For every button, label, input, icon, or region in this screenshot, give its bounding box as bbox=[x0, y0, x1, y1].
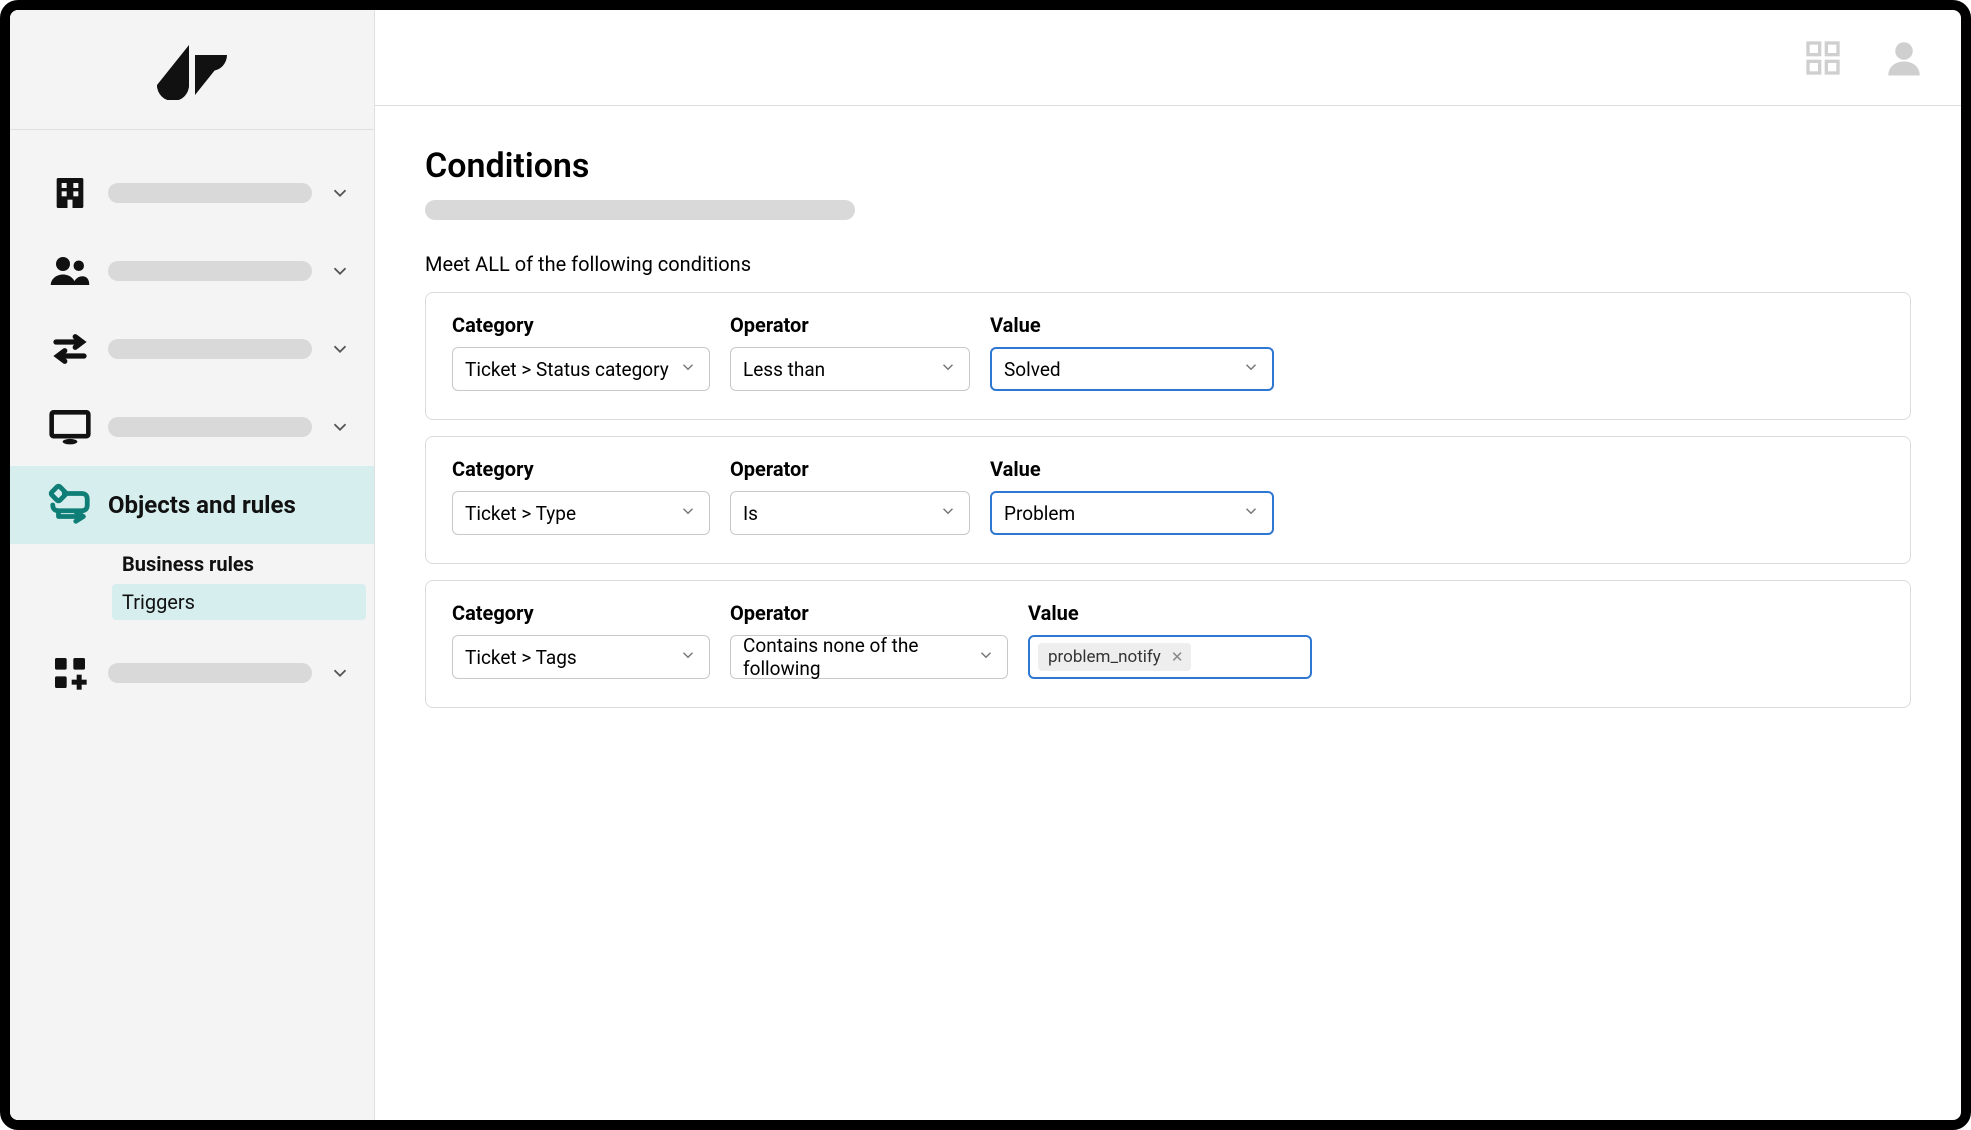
operator-value: Is bbox=[743, 502, 758, 525]
category-value: Ticket > Tags bbox=[465, 646, 577, 669]
nav-placeholder bbox=[108, 417, 312, 437]
operator-value: Less than bbox=[743, 358, 825, 381]
description-placeholder bbox=[425, 200, 855, 220]
people-icon bbox=[46, 247, 94, 295]
chevron-down-icon bbox=[1242, 358, 1260, 381]
chevron-down-icon bbox=[679, 358, 697, 381]
nav-label-objects-rules: Objects and rules bbox=[108, 491, 296, 519]
nav-item-apps[interactable] bbox=[10, 634, 374, 712]
value-select[interactable]: Solved bbox=[990, 347, 1274, 391]
category-label: Category bbox=[452, 601, 710, 625]
sidebar: Objects and rules Business rules Trigger… bbox=[10, 10, 375, 1120]
operator-select[interactable]: Less than bbox=[730, 347, 970, 391]
primary-nav: Objects and rules Business rules Trigger… bbox=[10, 130, 374, 712]
tag-chip[interactable]: problem_notify ✕ bbox=[1038, 643, 1191, 671]
monitor-icon bbox=[46, 403, 94, 451]
condition-row: Category Ticket > Status category Operat… bbox=[425, 292, 1911, 420]
chevron-down-icon bbox=[939, 502, 957, 525]
nav-item-transfer[interactable] bbox=[10, 310, 374, 388]
chevron-down-icon bbox=[679, 646, 697, 669]
nav-placeholder bbox=[108, 183, 312, 203]
category-label: Category bbox=[452, 457, 710, 481]
chevron-down-icon bbox=[326, 338, 354, 360]
building-icon bbox=[46, 169, 94, 217]
zendesk-logo-icon bbox=[157, 40, 227, 100]
nav-placeholder bbox=[108, 663, 312, 683]
content: Conditions Meet ALL of the following con… bbox=[375, 106, 1961, 764]
topbar bbox=[375, 10, 1961, 106]
nav-item-objects-rules[interactable]: Objects and rules bbox=[10, 466, 374, 544]
category-label: Category bbox=[452, 313, 710, 337]
operator-select[interactable]: Is bbox=[730, 491, 970, 535]
category-value: Ticket > Type bbox=[465, 502, 576, 525]
chevron-down-icon bbox=[1242, 502, 1260, 525]
value-value: Problem bbox=[1004, 502, 1075, 525]
chevron-down-icon bbox=[326, 182, 354, 204]
arrows-horizontal-icon bbox=[46, 325, 94, 373]
category-select[interactable]: Ticket > Tags bbox=[452, 635, 710, 679]
value-label: Value bbox=[1028, 601, 1312, 625]
value-label: Value bbox=[990, 313, 1274, 337]
tag-text: problem_notify bbox=[1048, 647, 1161, 667]
logo bbox=[10, 10, 374, 130]
page-title: Conditions bbox=[425, 146, 1911, 186]
subnav-objects-rules: Business rules Triggers bbox=[10, 546, 374, 620]
workflow-icon bbox=[46, 481, 94, 529]
value-value: Solved bbox=[1004, 358, 1061, 381]
operator-label: Operator bbox=[730, 601, 1008, 625]
apps-add-icon bbox=[46, 649, 94, 697]
condition-row: Category Ticket > Tags Operator Contains… bbox=[425, 580, 1911, 708]
operator-label: Operator bbox=[730, 457, 970, 481]
operator-label: Operator bbox=[730, 313, 970, 337]
chevron-down-icon bbox=[326, 260, 354, 282]
tags-input[interactable]: problem_notify ✕ bbox=[1028, 635, 1312, 679]
chevron-down-icon bbox=[679, 502, 697, 525]
subnav-triggers[interactable]: Triggers bbox=[112, 584, 366, 620]
apps-grid-icon[interactable] bbox=[1803, 38, 1843, 78]
section-all-label: Meet ALL of the following conditions bbox=[425, 252, 1911, 276]
nav-item-people[interactable] bbox=[10, 232, 374, 310]
operator-value: Contains none of the following bbox=[743, 634, 977, 680]
operator-select[interactable]: Contains none of the following bbox=[730, 635, 1008, 679]
tag-remove-icon[interactable]: ✕ bbox=[1167, 648, 1188, 666]
chevron-down-icon bbox=[326, 416, 354, 438]
category-value: Ticket > Status category bbox=[465, 358, 669, 381]
category-select[interactable]: Ticket > Type bbox=[452, 491, 710, 535]
chevron-down-icon bbox=[977, 646, 995, 669]
nav-item-channels[interactable] bbox=[10, 388, 374, 466]
category-select[interactable]: Ticket > Status category bbox=[452, 347, 710, 391]
subnav-business-rules[interactable]: Business rules bbox=[112, 546, 366, 582]
condition-row: Category Ticket > Type Operator Is Value bbox=[425, 436, 1911, 564]
nav-item-org[interactable] bbox=[10, 154, 374, 232]
user-avatar-icon[interactable] bbox=[1883, 37, 1925, 79]
nav-placeholder bbox=[108, 339, 312, 359]
main: Conditions Meet ALL of the following con… bbox=[375, 10, 1961, 1120]
chevron-down-icon bbox=[326, 662, 354, 684]
value-label: Value bbox=[990, 457, 1274, 481]
value-select[interactable]: Problem bbox=[990, 491, 1274, 535]
chevron-down-icon bbox=[939, 358, 957, 381]
nav-placeholder bbox=[108, 261, 312, 281]
